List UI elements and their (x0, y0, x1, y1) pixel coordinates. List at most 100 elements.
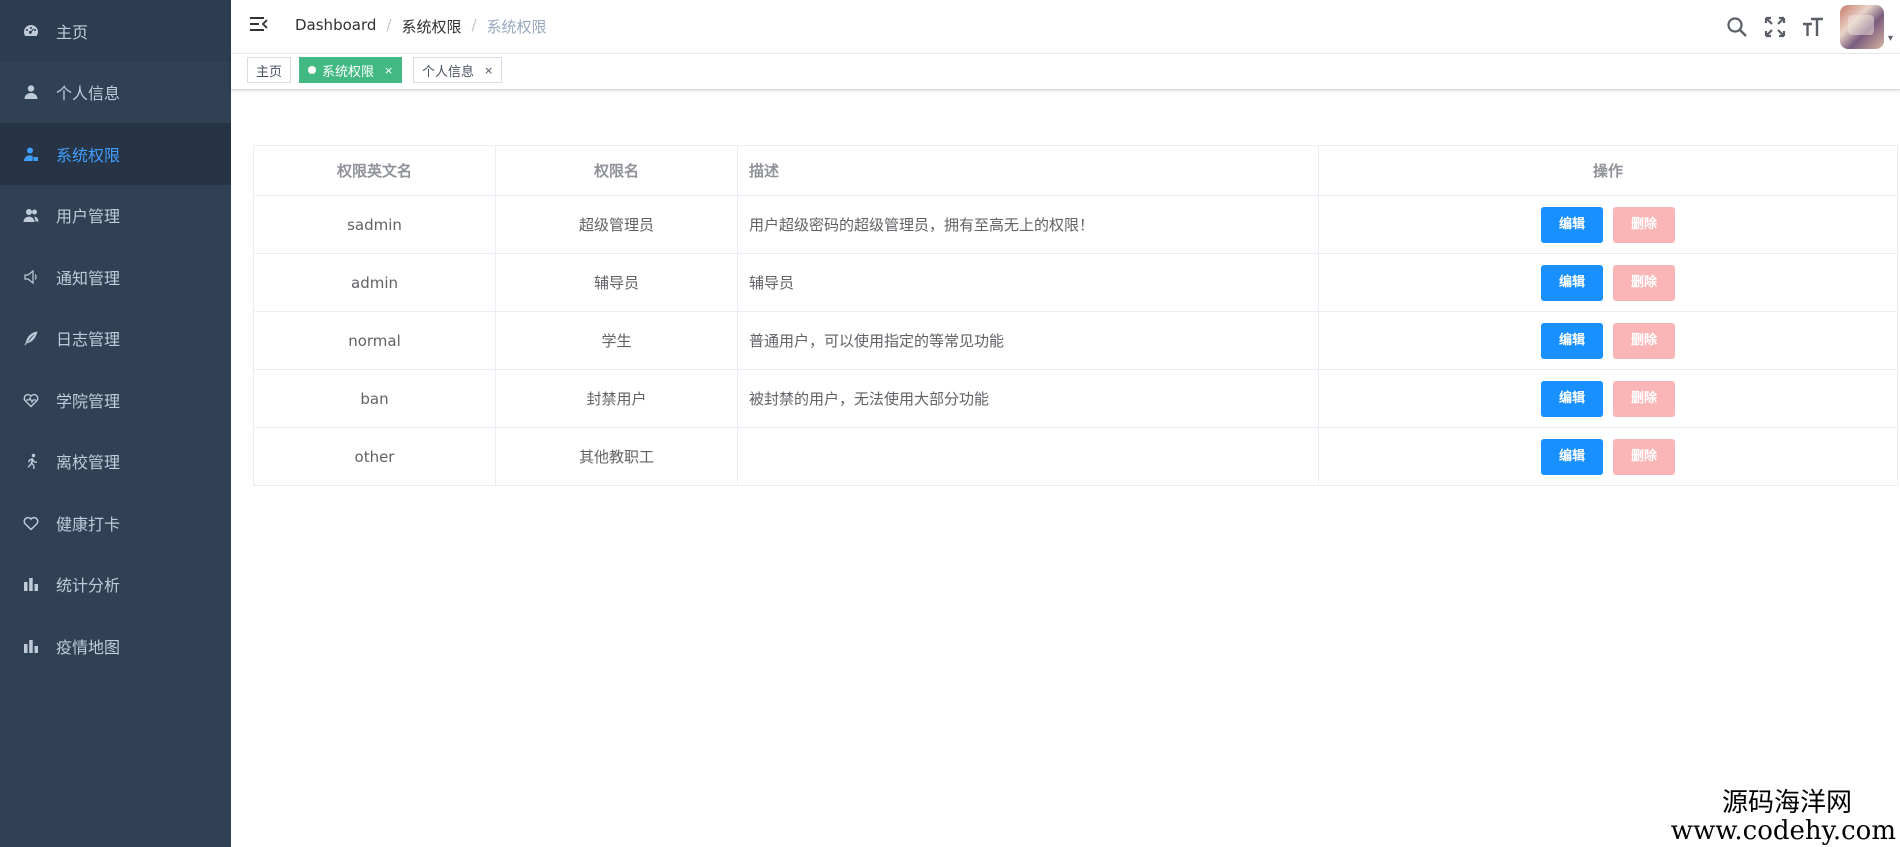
breadcrumb-separator: / (386, 16, 392, 34)
runner-icon (22, 452, 40, 470)
table-row: ban 封禁用户 被封禁的用户，无法使用大部分功能 编辑 删除 (253, 369, 1898, 428)
breadcrumb-item-dashboard[interactable]: Dashboard (295, 16, 376, 37)
delete-button[interactable]: 删除 (1613, 380, 1675, 417)
table-row: normal 学生 普通用户，可以使用指定的等常见功能 编辑 删除 (253, 311, 1898, 370)
sidebar-item-health-checkin[interactable]: 健康打卡 (0, 492, 231, 554)
dashboard-icon (22, 22, 40, 40)
sidebar-item-permissions[interactable]: 系统权限 (0, 123, 231, 185)
table-row: sadmin 超级管理员 用户超级密码的超级管理员，拥有至高无上的权限！ 编辑删… (253, 195, 1898, 254)
tag-label: 个人信息 (422, 64, 475, 80)
delete-button[interactable]: 删除 (1613, 206, 1675, 243)
sidebar-item-home[interactable]: 主页 (0, 0, 231, 62)
breadcrumb-item-current: 系统权限 (486, 18, 547, 36)
avatar[interactable] (1840, 5, 1884, 49)
sidebar-item-leave-school[interactable]: 离校管理 (0, 431, 231, 493)
tag-permissions[interactable]: 系统权限 × (299, 57, 403, 83)
sidebar-item-logs[interactable]: 日志管理 (0, 308, 231, 370)
user-icon (22, 83, 40, 101)
breadcrumb: Dashboard / 系统权限 / 系统权限 (295, 16, 547, 37)
watermark: 源码海洋网 www.codehy.com (1671, 789, 1896, 845)
cell-actions: 编辑 删除 (1318, 311, 1898, 370)
sidebar-item-epidemic-map[interactable]: 疫情地图 (0, 615, 231, 677)
sidebar-item-label: 统计分析 (56, 576, 121, 596)
active-dot-icon (308, 66, 316, 74)
tags-view: 主页 系统权限 × 个人信息 × (231, 54, 1900, 90)
cell-actions: 编辑 删除 (1318, 369, 1898, 428)
heart-pulse-icon (22, 391, 40, 409)
navbar-right-menu: ▾ (1726, 0, 1900, 54)
edit-button[interactable]: 编辑 (1541, 380, 1603, 417)
breadcrumb-separator: / (471, 16, 477, 34)
bar-chart-icon (22, 637, 40, 655)
tag-profile[interactable]: 个人信息 × (413, 57, 503, 83)
cell-description (737, 427, 1319, 486)
heart-icon (22, 514, 40, 532)
speaker-icon (22, 268, 40, 286)
chevron-down-icon[interactable]: ▾ (1888, 33, 1900, 44)
table-row: other 其他教职工 编辑 删除 (253, 427, 1898, 486)
fullscreen-icon[interactable] (1764, 16, 1786, 38)
edit-button[interactable]: 编辑 (1541, 438, 1603, 475)
sidebar-item-label: 用户管理 (56, 207, 121, 227)
sidebar-item-label: 健康打卡 (56, 514, 121, 534)
sidebar-item-label: 主页 (56, 22, 89, 42)
cell-name: 超级管理员 (495, 195, 738, 254)
feather-icon (22, 329, 40, 347)
tag-label: 主页 (256, 64, 283, 80)
column-header-description: 描述 (737, 145, 1319, 196)
sidebar-item-label: 离校管理 (56, 453, 121, 473)
table-header-row: 权限英文名 权限名 描述 操作 (253, 145, 1898, 196)
column-header-en-name: 权限英文名 (253, 145, 496, 196)
delete-button[interactable]: 删除 (1613, 322, 1675, 359)
cell-description: 辅导员 (737, 253, 1319, 312)
column-header-name: 权限名 (495, 145, 738, 196)
sidebar-item-college[interactable]: 学院管理 (0, 369, 231, 431)
sidebar-item-label: 日志管理 (56, 330, 121, 350)
bar-chart-icon (22, 575, 40, 593)
hamburger-menu-icon[interactable] (249, 14, 269, 34)
font-size-icon[interactable] (1802, 16, 1824, 38)
cell-name: 封禁用户 (495, 369, 738, 428)
column-header-actions: 操作 (1318, 145, 1898, 196)
sidebar-item-users[interactable]: 用户管理 (0, 185, 231, 247)
users-icon (22, 206, 40, 224)
breadcrumb-item-permissions[interactable]: 系统权限 (401, 16, 461, 37)
cell-en-name: normal (253, 311, 496, 370)
edit-button[interactable]: 编辑 (1541, 322, 1603, 359)
close-icon[interactable]: × (384, 64, 393, 77)
sidebar-item-label: 个人信息 (56, 84, 121, 104)
close-icon[interactable]: × (484, 64, 493, 77)
navbar: Dashboard / 系统权限 / 系统权限 ▾ (231, 0, 1900, 54)
watermark-title: 源码海洋网 (1721, 788, 1852, 818)
cell-name: 其他教职工 (495, 427, 738, 486)
sidebar-item-label: 通知管理 (56, 268, 121, 288)
sidebar-item-label: 系统权限 (56, 145, 121, 165)
search-icon[interactable] (1726, 16, 1748, 38)
cell-actions: 编辑 删除 (1318, 253, 1898, 312)
app: 主页 个人信息 系统权限 用户管理 通知管理 日志管理 学院管理 离校管理 健康… (0, 0, 1900, 847)
cell-en-name: ban (253, 369, 496, 428)
user-lock-icon (22, 145, 40, 163)
edit-button[interactable]: 编辑 (1541, 264, 1603, 301)
sidebar-item-profile[interactable]: 个人信息 (0, 62, 231, 124)
watermark-url: www.codehy.com (1670, 816, 1896, 846)
sidebar-item-label: 疫情地图 (56, 637, 121, 657)
cell-actions: 编辑 删除 (1318, 195, 1898, 254)
sidebar: 主页 个人信息 系统权限 用户管理 通知管理 日志管理 学院管理 离校管理 健康… (0, 0, 231, 847)
delete-button[interactable]: 删除 (1613, 438, 1675, 475)
cell-description: 被封禁的用户，无法使用大部分功能 (737, 369, 1319, 428)
permissions-table: 权限英文名 权限名 描述 操作 sadmin 超级管理员 用户超级密码的超级管理… (253, 145, 1898, 486)
edit-button[interactable]: 编辑 (1541, 206, 1603, 243)
cell-name: 辅导员 (495, 253, 738, 312)
tag-home[interactable]: 主页 (247, 57, 292, 83)
sidebar-item-label: 学院管理 (56, 391, 121, 411)
cell-en-name: other (253, 427, 496, 486)
sidebar-item-statistics[interactable]: 统计分析 (0, 554, 231, 616)
sidebar-item-notifications[interactable]: 通知管理 (0, 246, 231, 308)
cell-en-name: admin (253, 253, 496, 312)
delete-button[interactable]: 删除 (1613, 264, 1675, 301)
tag-label: 系统权限 (322, 64, 375, 80)
cell-name: 学生 (495, 311, 738, 370)
cell-actions: 编辑 删除 (1318, 427, 1898, 486)
table-row: admin 辅导员 辅导员 编辑 删除 (253, 253, 1898, 312)
